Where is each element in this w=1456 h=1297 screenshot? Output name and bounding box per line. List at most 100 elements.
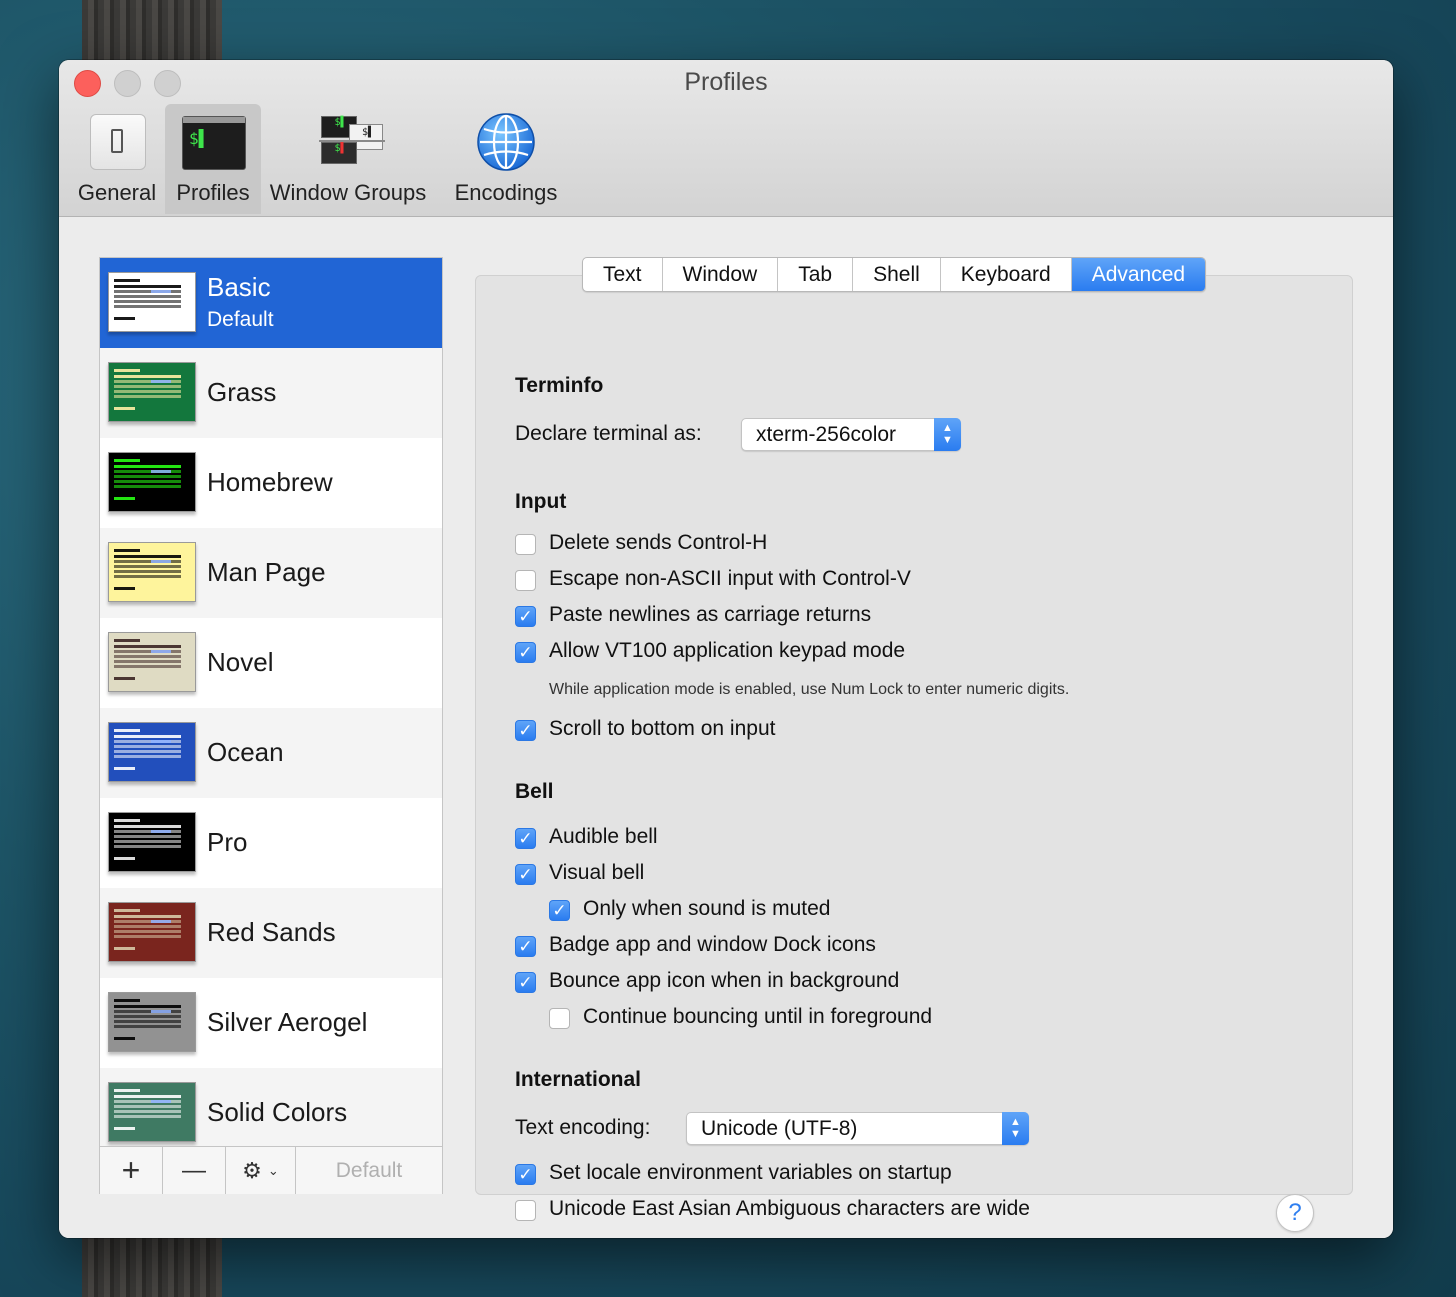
profile-row-ocean[interactable]: Ocean <box>100 708 442 798</box>
chevron-down-icon: ⌄ <box>267 1162 279 1178</box>
checkbox-label: Continue bouncing until in foreground <box>583 1005 933 1028</box>
profile-list[interactable]: Basic Default Grass Homebrew Man Page Novel Oc… <box>100 258 442 1146</box>
checkbox[interactable] <box>515 534 536 555</box>
profile-actions-menu-button[interactable]: ⚙ ⌄ <box>226 1147 296 1194</box>
profiles-terminal-icon: $▌ <box>182 116 246 170</box>
text-encoding-popup[interactable]: Unicode (UTF-8) ▲ ▼ <box>686 1112 1029 1145</box>
checkbox-label: Only when sound is muted <box>583 897 831 920</box>
profile-name: Solid Colors <box>207 1097 348 1127</box>
vt100-keypad-note: While application mode is enabled, use N… <box>549 681 1070 698</box>
set-default-button[interactable]: Default <box>296 1147 442 1194</box>
checkbox[interactable]: ✓ <box>549 900 570 921</box>
gear-icon: ⚙ <box>242 1157 262 1183</box>
profile-name: Novel <box>207 647 274 677</box>
international-heading: International <box>515 1068 642 1091</box>
profile-thumbnail <box>108 452 196 512</box>
input-heading: Input <box>515 490 567 513</box>
profile-default-label: Default <box>207 308 274 331</box>
profile-name: Homebrew <box>207 467 333 497</box>
background-pier-bottom <box>82 1230 222 1297</box>
profile-name: Man Page <box>207 557 326 587</box>
profile-list-panel: Basic Default Grass Homebrew Man Page Novel Oc… <box>99 257 443 1194</box>
checkbox-label: Badge app and window Dock icons <box>549 933 876 956</box>
checkbox[interactable]: ✓ <box>515 828 536 849</box>
checkbox[interactable] <box>515 570 536 591</box>
toolbar-encodings[interactable]: Encodings <box>445 104 567 214</box>
checkbox-label: Allow VT100 application keypad mode <box>549 639 906 662</box>
profile-row-red-sands[interactable]: Red Sands <box>100 888 442 978</box>
toolbar-window-groups-label: Window Groups <box>269 180 427 205</box>
tab-keyboard[interactable]: Keyboard <box>941 258 1072 291</box>
checkbox[interactable]: ✓ <box>515 720 536 741</box>
profile-row-pro[interactable]: Pro <box>100 798 442 888</box>
checkbox-label: Scroll to bottom on input <box>549 717 776 740</box>
profile-row-grass[interactable]: Grass <box>100 348 442 438</box>
checkbox-label: Bounce app icon when in background <box>549 969 900 992</box>
profile-thumbnail <box>108 632 196 692</box>
terminfo-heading: Terminfo <box>515 374 604 397</box>
text-encoding-value: Unicode (UTF-8) <box>701 1117 858 1140</box>
checkbox-label: Unicode East Asian Ambiguous characters … <box>549 1197 1030 1220</box>
profile-row-solid-colors[interactable]: Solid Colors <box>100 1068 442 1146</box>
popup-arrows-icon: ▲ ▼ <box>1002 1112 1029 1145</box>
tab-advanced[interactable]: Advanced <box>1071 258 1206 291</box>
window-groups-icon: $▌ $▌ $▌ <box>319 116 385 168</box>
help-button[interactable]: ? <box>1276 1194 1314 1232</box>
content-area: Basic Default Grass Homebrew Man Page Novel Oc… <box>59 217 1393 1238</box>
popup-arrows-icon: ▲ ▼ <box>934 418 961 451</box>
preferences-window: Profiles General $▌ Profiles $▌ $▌ $▌ Wi… <box>59 60 1393 1238</box>
profile-thumbnail <box>108 992 196 1052</box>
profile-row-homebrew[interactable]: Homebrew <box>100 438 442 528</box>
profile-thumbnail <box>108 542 196 602</box>
add-profile-button[interactable]: + <box>100 1147 163 1194</box>
checkbox-label: Delete sends Control-H <box>549 531 768 554</box>
toolbar-general[interactable]: General <box>71 104 163 214</box>
checkbox-label: Paste newlines as carriage returns <box>549 603 872 626</box>
minus-icon: — <box>182 1156 206 1184</box>
declare-terminal-label: Declare terminal as: <box>515 422 702 445</box>
checkbox[interactable] <box>515 1200 536 1221</box>
profile-thumbnail <box>108 272 196 332</box>
profile-thumbnail <box>108 722 196 782</box>
declare-terminal-value: xterm-256color <box>756 423 897 446</box>
checkbox[interactable]: ✓ <box>515 972 536 993</box>
bell-heading: Bell <box>515 780 554 803</box>
profile-row-silver-aerogel[interactable]: Silver Aerogel <box>100 978 442 1068</box>
checkbox[interactable]: ✓ <box>515 936 536 957</box>
profile-row-man-page[interactable]: Man Page <box>100 528 442 618</box>
profile-name: Grass <box>207 377 277 407</box>
checkbox-label: Set locale environment variables on star… <box>549 1161 952 1184</box>
tab-text[interactable]: Text <box>583 258 663 291</box>
profile-row-novel[interactable]: Novel <box>100 618 442 708</box>
checkbox[interactable] <box>549 1008 570 1029</box>
profile-name: Silver Aerogel <box>207 1007 368 1037</box>
checkbox-label: Visual bell <box>549 861 645 884</box>
remove-profile-button[interactable]: — <box>163 1147 226 1194</box>
plus-icon: + <box>121 1152 141 1188</box>
checkbox-label: Audible bell <box>549 825 658 848</box>
toolbar-encodings-label: Encodings <box>454 180 558 205</box>
tab-window[interactable]: Window <box>663 258 779 291</box>
toolbar-profiles-label: Profiles <box>176 180 250 205</box>
profile-name: Ocean <box>207 737 284 767</box>
profile-name: Basic <box>207 272 271 302</box>
checkbox[interactable]: ✓ <box>515 606 536 627</box>
profile-thumbnail <box>108 1082 196 1142</box>
tab-tab[interactable]: Tab <box>778 258 854 291</box>
title-bar: Profiles General $▌ Profiles $▌ $▌ $▌ Wi… <box>59 60 1393 217</box>
checkbox[interactable]: ✓ <box>515 1164 536 1185</box>
declare-terminal-popup[interactable]: xterm-256color ▲ ▼ <box>741 418 961 451</box>
checkbox[interactable]: ✓ <box>515 864 536 885</box>
toolbar-profiles[interactable]: $▌ Profiles <box>165 104 261 214</box>
profile-thumbnail <box>108 812 196 872</box>
checkbox[interactable]: ✓ <box>515 642 536 663</box>
toolbar-general-label: General <box>77 180 157 205</box>
toolbar-window-groups[interactable]: $▌ $▌ $▌ Window Groups <box>265 104 431 214</box>
profile-thumbnail <box>108 902 196 962</box>
checkbox-label: Escape non-ASCII input with Control-V <box>549 567 911 590</box>
general-switch-icon <box>90 114 146 170</box>
profile-row-basic[interactable]: Basic Default <box>100 258 442 348</box>
profile-list-toolbar: + — ⚙ ⌄ Default <box>100 1146 442 1194</box>
profile-thumbnail <box>108 362 196 422</box>
tab-shell[interactable]: Shell <box>853 258 941 291</box>
